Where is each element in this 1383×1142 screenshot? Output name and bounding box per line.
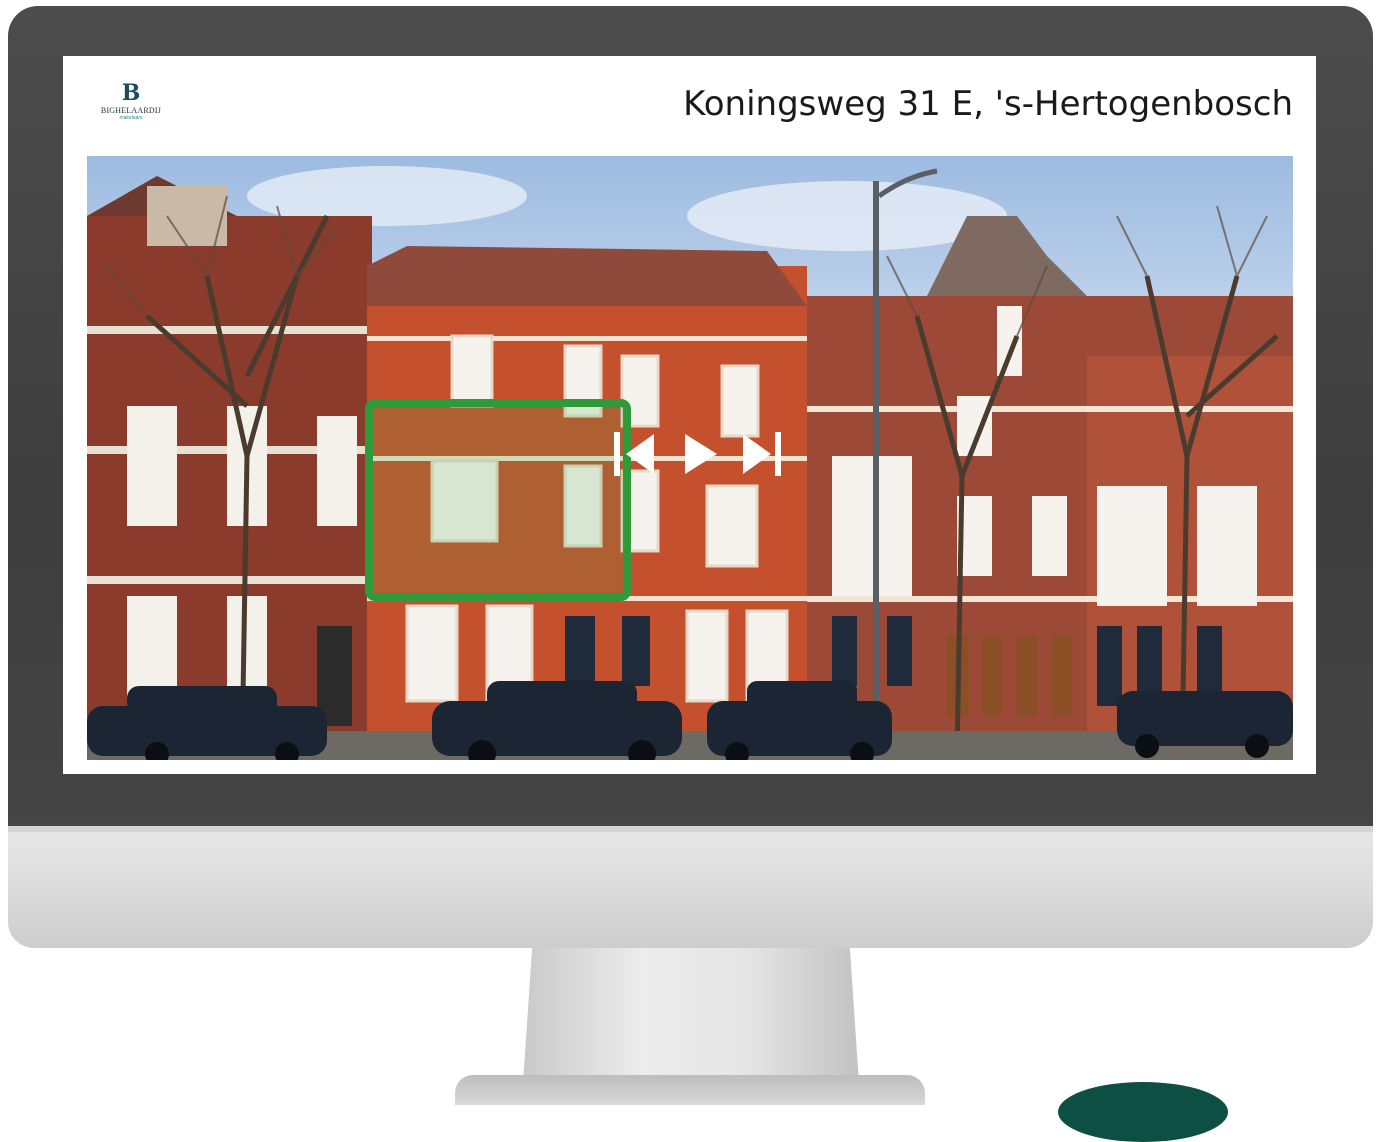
chin-shadow — [8, 826, 1373, 832]
skip-to-end-icon[interactable] — [741, 432, 783, 476]
previous-icon[interactable] — [614, 432, 656, 476]
brand-logo[interactable]: B BIGHELAARDIJ makelaars — [91, 82, 171, 132]
logo-tagline: makelaars — [119, 115, 143, 121]
monitor-stand-base — [455, 1075, 925, 1105]
property-address: Koningsweg 31 E, 's-Hertogenbosch — [683, 84, 1293, 124]
logo-name: BIGHELAARDIJ — [100, 106, 162, 115]
corner-badge — [1058, 1082, 1228, 1142]
play-icon[interactable] — [683, 432, 719, 476]
monitor-chin — [8, 826, 1373, 948]
logo-mark: B — [121, 80, 141, 106]
unit-highlight[interactable] — [365, 399, 631, 601]
